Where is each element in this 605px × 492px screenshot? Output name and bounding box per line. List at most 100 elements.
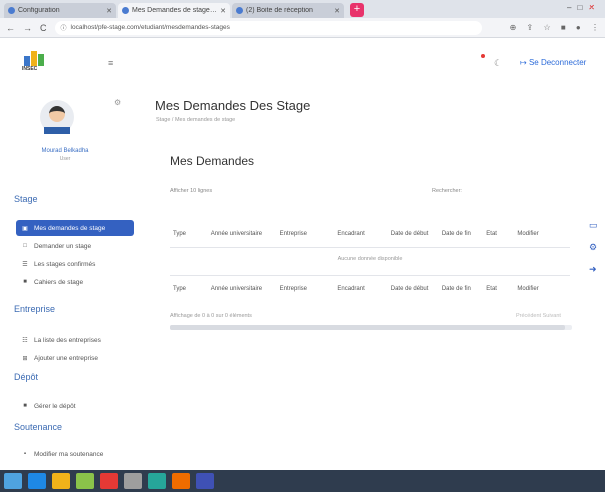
sidebar-section-title: Entreprise <box>14 304 56 314</box>
zoom-icon[interactable]: ⊕ <box>510 23 517 32</box>
browser-tab-label: Mes Demandes de stage Gestion <box>132 7 218 14</box>
app-header: INSEC ≡ ☾ ↦ Se Deconnecter <box>0 38 605 88</box>
page-title: Mes Demandes Des Stage <box>155 98 311 113</box>
table-footer-info: Affichage de 0 à 0 sur 0 éléments <box>170 313 252 319</box>
extension-icon[interactable]: ■ <box>561 23 566 32</box>
sidebar-item-label: La liste des entreprises <box>34 336 101 344</box>
sidebar-item[interactable]: ☰ Les stages confirmés <box>16 256 134 272</box>
favicon-icon <box>122 7 129 14</box>
browser-tab[interactable]: Configuration ✕ <box>4 3 116 18</box>
star-icon[interactable]: ☆ <box>543 23 550 32</box>
clock-time: 14:25 <box>583 4 599 10</box>
url-field[interactable]: ⓘ localhost/pfe-stage.com/etudiant/mesde… <box>54 20 482 35</box>
sidebar: ⚙ Mourad Belkadha User Stage ▣ Mes demande… <box>0 88 140 460</box>
info-icon: ⓘ <box>60 26 67 32</box>
new-tab-button[interactable]: + <box>350 3 364 17</box>
sidebar-section-title: Dépôt <box>14 372 39 382</box>
browser-tab[interactable]: (2) Boite de réception ✕ <box>232 3 344 18</box>
app-logo[interactable]: INSEC <box>22 50 50 72</box>
search-label[interactable]: Rechercher: <box>432 188 462 194</box>
user-name: Mourad Belkadha <box>41 148 89 154</box>
notification-dot <box>481 54 485 58</box>
column-header[interactable]: Encadrant <box>334 276 387 302</box>
signout-icon[interactable]: ➜ <box>589 264 597 275</box>
sidebar-item[interactable]: □ Demander un stage <box>16 238 134 254</box>
sidebar-item[interactable]: ☷ La liste des entreprises <box>16 332 134 348</box>
horizontal-scrollbar[interactable] <box>170 325 572 330</box>
sidebar-item-label: Ajouter une entreprise <box>34 354 98 362</box>
sidebar-item[interactable]: ▣ Mes demandes de stage <box>16 220 134 236</box>
sidebar-item[interactable]: ⊞ Ajouter une entreprise <box>16 350 134 366</box>
taskbar-app-icon[interactable] <box>172 473 190 489</box>
show-entries-control[interactable]: Afficher 10 lignes <box>170 188 212 194</box>
menu-toggle-icon[interactable]: ≡ <box>108 58 113 68</box>
no-data-message: Aucune donnée disponible <box>337 256 403 262</box>
column-header[interactable]: Modifier <box>514 276 570 302</box>
pagination[interactable]: Précédent Suivant <box>516 313 561 319</box>
taskbar-app-icon[interactable] <box>100 473 118 489</box>
column-header[interactable]: Date de fin <box>439 220 483 248</box>
browser-tab-label: (2) Boite de réception <box>246 7 313 14</box>
sidebar-item[interactable]: ■ Cahiers de stage <box>16 274 134 290</box>
share-icon[interactable]: ⇪ <box>527 23 534 32</box>
column-header[interactable]: Encadrant <box>334 220 387 248</box>
user-role: User <box>59 156 71 162</box>
sidebar-item[interactable]: ■ Gérer le dépôt <box>16 398 134 414</box>
close-tab-icon[interactable]: ✕ <box>106 7 112 15</box>
column-header[interactable]: Date de début <box>388 276 439 302</box>
more-icon[interactable]: ⋮ <box>591 23 599 32</box>
sidebar-item-icon: ☰ <box>22 261 28 268</box>
url-text: localhost/pfe-stage.com/etudiant/mesdema… <box>70 24 230 31</box>
system-tray-clock: 14:25 20/06/2022 <box>569 4 599 18</box>
sidebar-item-icon: □ <box>23 243 27 249</box>
sidebar-item[interactable]: ▪ Modifier ma soutenance <box>16 446 134 460</box>
column-header[interactable]: Entreprise <box>277 276 335 302</box>
sidebar-item-icon: ■ <box>23 403 27 409</box>
taskbar-app-icon[interactable] <box>28 473 46 489</box>
taskbar-app-icon[interactable] <box>124 473 142 489</box>
back-icon[interactable]: ← <box>6 23 15 33</box>
taskbar-app-icon[interactable] <box>148 473 166 489</box>
sidebar-section-title: Soutenance <box>14 422 63 432</box>
favicon-icon <box>236 7 243 14</box>
column-header[interactable]: Type <box>170 220 208 248</box>
browser-tab[interactable]: Mes Demandes de stage Gestion✕ <box>118 3 230 18</box>
close-tab-icon[interactable]: ✕ <box>220 7 226 15</box>
column-header[interactable]: Année universitaire <box>208 276 277 302</box>
column-header[interactable]: Date de début <box>388 220 439 248</box>
address-bar: ← → C ⓘ localhost/pfe-stage.com/etudiant… <box>0 18 605 38</box>
sidebar-item-icon: ▪ <box>23 451 27 457</box>
forward-icon[interactable]: → <box>23 23 32 33</box>
sidebar-item-icon: ☷ <box>22 337 28 344</box>
breadcrumb: Stage / Mes demandes de stage <box>156 117 236 123</box>
taskbar-app-icon[interactable] <box>52 473 70 489</box>
avatar[interactable] <box>40 100 74 134</box>
sidebar-item-label: Cahiers de stage <box>34 278 84 286</box>
taskbar-app-icon[interactable] <box>76 473 94 489</box>
column-header[interactable]: Date de fin <box>439 276 483 302</box>
theme-toggle-icon[interactable]: ☾ <box>494 58 502 69</box>
reload-icon[interactable]: C <box>40 23 47 33</box>
column-header[interactable]: Etat <box>483 276 514 302</box>
column-header[interactable]: Etat <box>483 220 514 248</box>
card-title: Mes Demandes <box>170 154 255 168</box>
table-header-top: Type Année universitaire Entreprise Encadra… <box>170 220 570 248</box>
clock-date: 20/06/2022 <box>568 11 599 17</box>
column-header[interactable]: Modifier <box>514 220 570 248</box>
settings-icon[interactable]: ⚙ <box>114 98 121 107</box>
sidebar-item-label: Gérer le dépôt <box>34 402 76 410</box>
profile-icon[interactable]: ● <box>576 23 581 32</box>
column-header[interactable]: Année universitaire <box>208 220 277 248</box>
sidebar-item-label: Mes demandes de stage <box>34 224 106 232</box>
taskbar-app-icon[interactable] <box>196 473 214 489</box>
close-tab-icon[interactable]: ✕ <box>334 7 340 15</box>
panel-icon[interactable]: ▭ <box>589 220 598 231</box>
column-header[interactable]: Type <box>170 276 208 302</box>
column-header[interactable]: Entreprise <box>277 220 335 248</box>
sidebar-item-icon: ■ <box>23 279 27 285</box>
start-button[interactable] <box>4 473 22 489</box>
logo-text: INSEC <box>22 66 38 72</box>
gear-icon[interactable]: ⚙ <box>589 242 597 253</box>
sidebar-section-title: Stage <box>14 194 38 204</box>
logout-button[interactable]: ↦ Se Deconnecter <box>520 58 586 67</box>
